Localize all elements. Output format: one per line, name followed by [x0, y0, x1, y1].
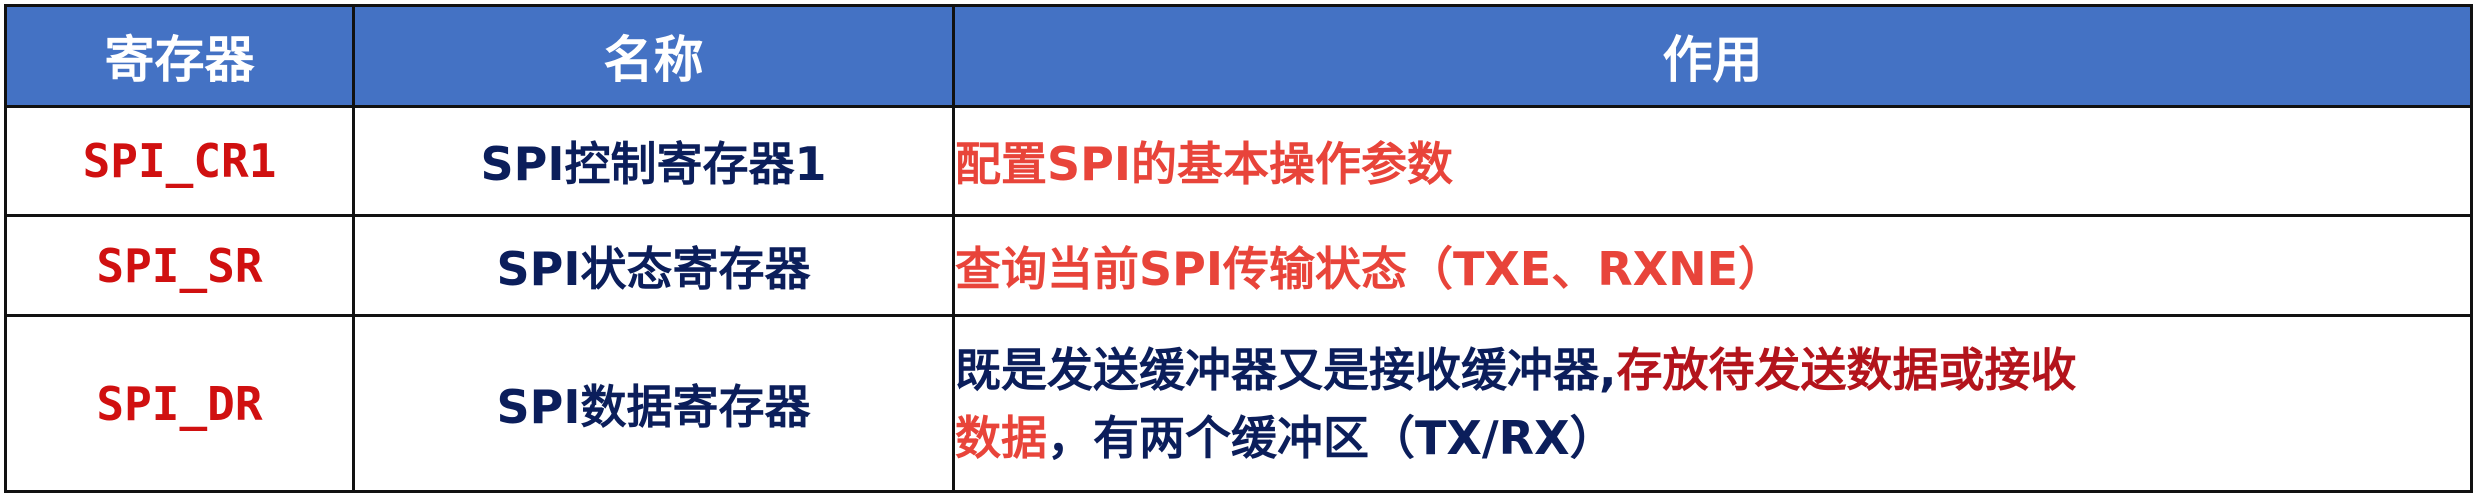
table-row: SPI_CR1 SPI控制寄存器1 配置SPI的基本操作参数 — [4, 105, 2473, 217]
register-code: SPI_SR — [4, 214, 355, 317]
register-code: SPI_CR1 — [4, 105, 355, 217]
description-segment: 存放待发送数据或接收 — [1616, 342, 2077, 397]
register-description: 既是发送缓冲器又是接收缓冲器,存放待发送数据或接收数据，有两个缓冲区（TX/RX… — [952, 314, 2473, 493]
description-segment: ，有两个缓冲区（TX/RX） — [1047, 410, 1616, 465]
register-name: SPI状态寄存器 — [352, 214, 955, 317]
header-register: 寄存器 — [4, 4, 355, 108]
register-name: SPI数据寄存器 — [352, 314, 955, 493]
table-row: SPI_DR SPI数据寄存器 既是发送缓冲器又是接收缓冲器,存放待发送数据或接… — [4, 314, 2473, 493]
register-description: 配置SPI的基本操作参数 — [952, 105, 2473, 217]
description-segment: 数据 — [955, 410, 1048, 465]
register-code: SPI_DR — [4, 314, 355, 493]
header-row: 寄存器 名称 作用 — [4, 4, 2473, 108]
description-segment: 既是发送缓冲器又是接收缓冲器, — [955, 342, 1617, 397]
register-description: 查询当前SPI传输状态（TXE、RXNE） — [952, 214, 2473, 317]
spi-register-table: 寄存器 名称 作用 SPI_CR1 SPI控制寄存器1 配置SPI的基本操作参数… — [4, 4, 2473, 493]
table-row: SPI_SR SPI状态寄存器 查询当前SPI传输状态（TXE、RXNE） — [4, 214, 2473, 317]
header-name: 名称 — [352, 4, 955, 108]
register-name: SPI控制寄存器1 — [352, 105, 955, 217]
header-function: 作用 — [952, 4, 2473, 108]
